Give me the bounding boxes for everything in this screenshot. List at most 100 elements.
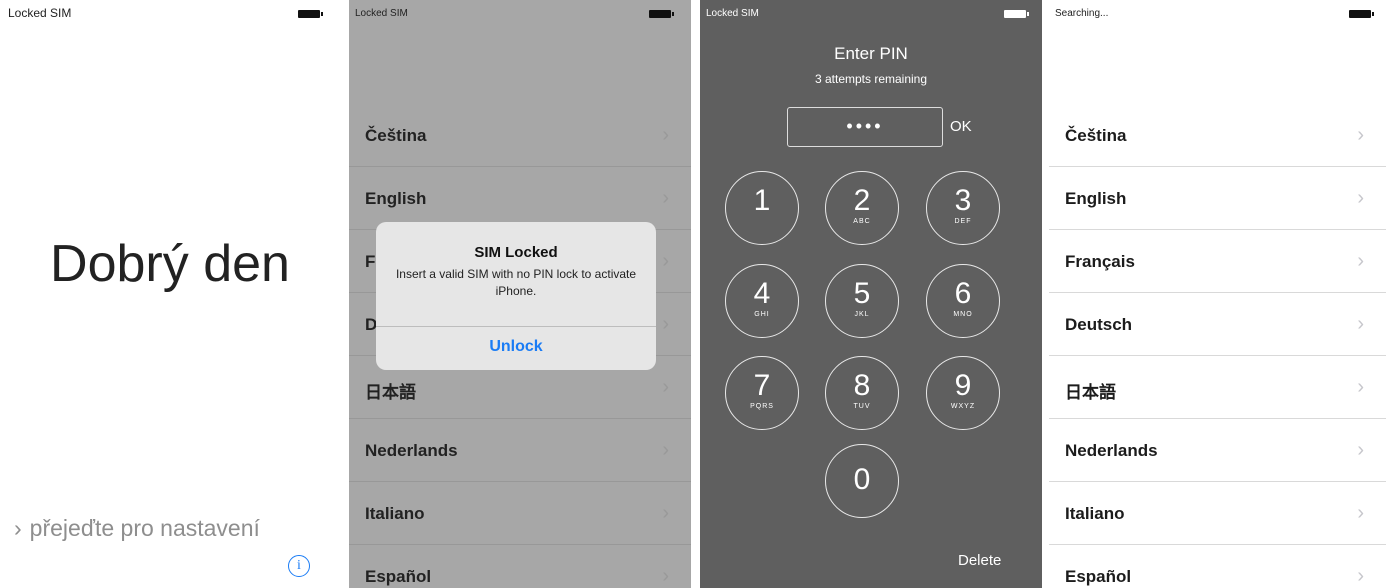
keypad-digit: 2 (853, 184, 871, 217)
keypad-key-3[interactable]: 3 DEF (926, 171, 1000, 245)
keypad-key-0[interactable]: 0 (825, 444, 899, 518)
enter-pin-screen: Locked SIM Enter PIN 3 attempts remainin… (700, 0, 1042, 588)
language-label: Čeština (1065, 126, 1127, 145)
keypad-digit: 3 (954, 184, 972, 217)
battery-icon (1349, 10, 1374, 18)
alert-message: Insert a valid SIM with no PIN lock to a… (395, 267, 637, 298)
keypad-digit: 1 (753, 184, 771, 217)
chevron-right-icon: › (662, 439, 669, 461)
status-carrier: Searching... (1055, 8, 1109, 19)
keypad-letters: DEF (954, 218, 972, 225)
battery-icon (649, 10, 674, 18)
battery-icon (1004, 10, 1029, 18)
ok-button[interactable]: OK (950, 118, 972, 135)
keypad-key-7[interactable]: 7 PQRS (725, 356, 799, 430)
keypad-digit: 6 (954, 277, 972, 310)
language-label: Nederlands (365, 441, 458, 460)
keypad-digit: 8 (853, 369, 871, 402)
chevron-right-icon: › (1357, 502, 1364, 524)
keypad-key-2[interactable]: 2 ABC (825, 171, 899, 245)
language-row[interactable]: Nederlands › (1049, 419, 1386, 482)
pin-title: Enter PIN (834, 44, 908, 63)
chevron-right-icon: › (1357, 439, 1364, 461)
language-row[interactable]: Čeština › (1049, 104, 1386, 167)
language-row[interactable]: English › (1049, 167, 1386, 230)
keypad-key-9[interactable]: 9 WXYZ (926, 356, 1000, 430)
chevron-right-icon: › (662, 502, 669, 524)
keypad-key-8[interactable]: 8 TUV (825, 356, 899, 430)
chevron-right-icon: › (1357, 250, 1364, 272)
language-screen: Searching... Čeština › English › Français › De… (1049, 0, 1386, 588)
keypad-key-1[interactable]: 1 (725, 171, 799, 245)
slide-to-setup[interactable]: › přejeďte pro nastavení (14, 515, 260, 542)
chevron-right-icon: › (662, 565, 669, 587)
battery-icon (298, 10, 323, 18)
status-carrier: Locked SIM (706, 8, 759, 19)
language-row[interactable]: 日本語 › (1049, 356, 1386, 419)
keypad-letters: JKL (854, 311, 870, 318)
language-label: Deutsch (1065, 315, 1133, 334)
status-carrier: Locked SIM (355, 8, 408, 19)
greeting-title: Dobrý den (50, 235, 290, 293)
chevron-right-icon: › (1357, 376, 1364, 398)
chevron-right-icon: › (1357, 124, 1364, 146)
pin-dots: •••• (846, 116, 884, 136)
keypad-digit: 0 (853, 463, 871, 496)
status-carrier: Locked SIM (8, 6, 72, 20)
pin-attempts: 3 attempts remaining (814, 72, 928, 86)
keypad-digit: 5 (853, 277, 871, 310)
delete-button[interactable]: Delete (958, 552, 1001, 569)
language-label: Español (1065, 567, 1132, 586)
language-label: F (365, 252, 376, 271)
language-list: Čeština › English › Français › Deutsch › 日本語 › Ned… (1049, 104, 1386, 588)
alert-divider (376, 326, 656, 327)
language-label: Italiano (1065, 504, 1125, 523)
chevron-right-icon: › (662, 376, 669, 398)
language-row[interactable]: Nederlands › (349, 419, 691, 482)
language-label: English (365, 189, 427, 208)
language-label: Italiano (365, 504, 425, 523)
language-label: English (1065, 189, 1127, 208)
language-row[interactable]: Čeština › (349, 104, 691, 167)
chevron-right-icon: › (1357, 187, 1364, 209)
keypad-letters: WXYZ (950, 403, 976, 410)
language-label: 日本語 (365, 383, 416, 402)
pin-input[interactable]: •••• (787, 107, 943, 147)
chevron-right-icon: › (662, 313, 669, 335)
info-icon[interactable]: i (288, 555, 310, 577)
language-label: Nederlands (1065, 441, 1158, 460)
keypad-letters: MNO (953, 311, 973, 318)
chevron-right-icon: › (14, 515, 22, 541)
keypad-digit: 7 (753, 369, 771, 402)
chevron-right-icon: › (662, 124, 669, 146)
language-row[interactable]: Français › (1049, 230, 1386, 293)
chevron-right-icon: › (662, 187, 669, 209)
sim-locked-alert: SIM Locked Insert a valid SIM with no PI… (376, 222, 656, 370)
slide-to-setup-label: přejeďte pro nastavení (29, 515, 260, 541)
language-label: 日本語 (1065, 383, 1116, 402)
language-row[interactable]: English › (349, 167, 691, 230)
unlock-button[interactable]: Unlock (376, 338, 656, 356)
language-label: Français (1065, 252, 1135, 271)
language-label: Español (365, 567, 432, 586)
keypad-digit: 4 (753, 277, 771, 310)
hello-screen: Locked SIM Dobrý den › přejeďte pro nasta… (0, 0, 340, 588)
alert-title: SIM Locked (474, 244, 558, 261)
chevron-right-icon: › (1357, 313, 1364, 335)
language-row[interactable]: Italiano › (349, 482, 691, 545)
language-row[interactable]: Español › (349, 545, 691, 588)
keypad-letters: GHI (754, 311, 770, 318)
keypad-letters: TUV (853, 403, 871, 410)
keypad-key-6[interactable]: 6 MNO (926, 264, 1000, 338)
chevron-right-icon: › (662, 250, 669, 272)
chevron-right-icon: › (1357, 565, 1364, 587)
language-row[interactable]: Italiano › (1049, 482, 1386, 545)
language-row[interactable]: Español › (1049, 545, 1386, 588)
keypad-letters: ABC (853, 218, 871, 225)
keypad-key-5[interactable]: 5 JKL (825, 264, 899, 338)
keypad-key-4[interactable]: 4 GHI (725, 264, 799, 338)
language-screen-alert: Locked SIM Čeština › English › F › D › 日本語 › Neder… (349, 0, 691, 588)
keypad-letters: PQRS (750, 403, 774, 410)
language-row[interactable]: Deutsch › (1049, 293, 1386, 356)
keypad-digit: 9 (954, 369, 972, 402)
